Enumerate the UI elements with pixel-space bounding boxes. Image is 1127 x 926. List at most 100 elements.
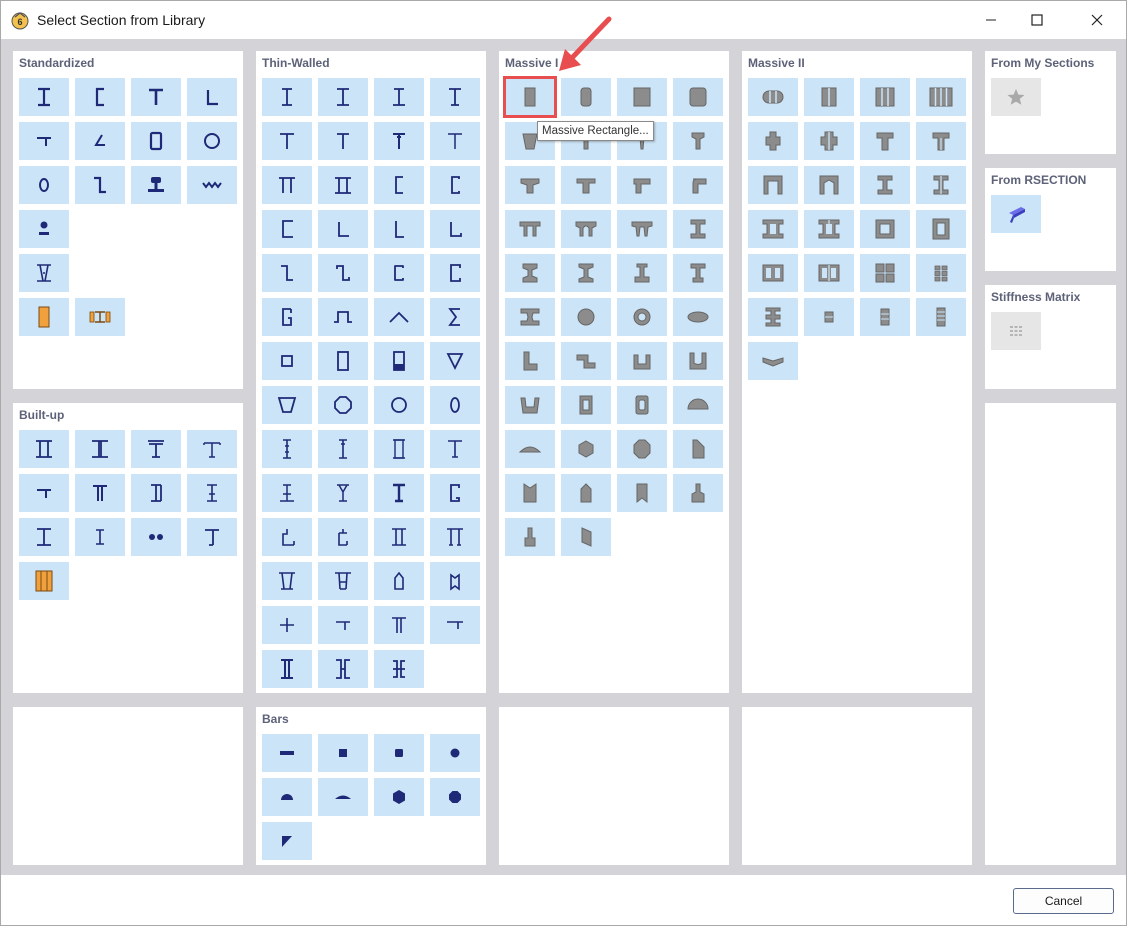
tw-octagon[interactable]	[318, 386, 368, 424]
tw-cross-channel[interactable]	[374, 650, 424, 688]
tw-c-lip[interactable]	[430, 474, 480, 512]
tw-tee-3[interactable]	[374, 122, 424, 160]
tw-square-hollow[interactable]	[262, 342, 312, 380]
bar-square-rounded[interactable]	[374, 734, 424, 772]
builtup-i-slim[interactable]	[187, 474, 237, 512]
massive-double-tee[interactable]	[505, 210, 555, 248]
massive-i-section[interactable]	[673, 210, 723, 248]
massive-ellipse[interactable]	[673, 298, 723, 336]
massive-notch[interactable]	[505, 474, 555, 512]
tw-i-3[interactable]	[374, 78, 424, 116]
massive-segment[interactable]	[505, 430, 555, 468]
stiffness-matrix-section[interactable]	[991, 312, 1041, 350]
tw-pi-flange[interactable]	[430, 518, 480, 556]
tw-i-4[interactable]	[430, 78, 480, 116]
tw-hat[interactable]	[318, 298, 368, 336]
massive-half-circle[interactable]	[673, 386, 723, 424]
massive-tee-wide[interactable]	[505, 166, 555, 204]
m2-rail-tee[interactable]	[748, 298, 798, 336]
bar-square[interactable]	[318, 734, 368, 772]
m2-double-i-2[interactable]	[804, 210, 854, 248]
tw-trapezoid[interactable]	[262, 386, 312, 424]
builtup-timber-laminated[interactable]	[19, 562, 69, 600]
section-i-beam[interactable]	[19, 78, 69, 116]
tw-pi-deep[interactable]	[374, 606, 424, 644]
maximize-button[interactable]	[1014, 1, 1060, 39]
m2-tee-2[interactable]	[916, 122, 966, 160]
tw-i-stiff2[interactable]	[318, 430, 368, 468]
tw-omega-2[interactable]	[318, 518, 368, 556]
tw-triangle-down[interactable]	[430, 342, 480, 380]
massive-double-tee-taper[interactable]	[617, 210, 667, 248]
my-sections-favorite[interactable]	[991, 78, 1041, 116]
massive-octagon[interactable]	[617, 430, 667, 468]
section-castellated[interactable]	[19, 254, 69, 292]
bar-hexagon[interactable]	[374, 778, 424, 816]
bar-flat[interactable]	[262, 734, 312, 772]
m2-four-web[interactable]	[916, 78, 966, 116]
m2-v-shape[interactable]	[748, 342, 798, 380]
massive-l-rounded[interactable]	[673, 166, 723, 204]
rsection-import[interactable]	[991, 195, 1041, 233]
tw-sigma-c[interactable]	[262, 298, 312, 336]
tw-z-2[interactable]	[318, 254, 368, 292]
tw-channel-2[interactable]	[430, 166, 480, 204]
builtup-i-plate[interactable]	[131, 474, 181, 512]
massive-l[interactable]	[617, 166, 667, 204]
builtup-i-small[interactable]	[75, 518, 125, 556]
massive-pointed[interactable]	[561, 474, 611, 512]
massive-hexagon[interactable]	[561, 430, 611, 468]
m2-multi-cell[interactable]	[748, 254, 798, 292]
massive-circle-hollow[interactable]	[617, 298, 667, 336]
massive-skew[interactable]	[561, 518, 611, 556]
builtup-i-tall[interactable]	[19, 518, 69, 556]
massive-u-taper[interactable]	[505, 386, 555, 424]
tw-tee-flange[interactable]	[430, 430, 480, 468]
builtup-tee-stem[interactable]	[187, 518, 237, 556]
tw-trapezoid-box[interactable]	[262, 562, 312, 600]
tw-z-1[interactable]	[262, 254, 312, 292]
tw-half-tee-3[interactable]	[430, 606, 480, 644]
m2-cross-column[interactable]	[748, 122, 798, 160]
tw-angle-3[interactable]	[430, 210, 480, 248]
tw-y[interactable]	[318, 474, 368, 512]
builtup-back-to-back-channel[interactable]	[75, 430, 125, 468]
tw-c-2[interactable]	[430, 254, 480, 292]
bar-triangle[interactable]	[262, 822, 312, 860]
massive-i-bottom[interactable]	[617, 254, 667, 292]
tw-pi-1[interactable]	[262, 166, 312, 204]
builtup-double-tee[interactable]	[75, 474, 125, 512]
tw-omega-1[interactable]	[262, 518, 312, 556]
massive-box[interactable]	[561, 386, 611, 424]
builtup-double-i[interactable]	[19, 430, 69, 468]
tw-i-mono[interactable]	[262, 474, 312, 512]
section-angle[interactable]	[187, 78, 237, 116]
massive-stepped-2[interactable]	[505, 518, 555, 556]
massive-arrow[interactable]	[617, 474, 667, 512]
tw-pi-2[interactable]	[318, 166, 368, 204]
massive-u-deep[interactable]	[673, 342, 723, 380]
tw-pointed-tube[interactable]	[374, 562, 424, 600]
m2-portal-2[interactable]	[804, 166, 854, 204]
m2-i-section[interactable]	[860, 166, 910, 204]
m2-cross-column-2[interactable]	[804, 122, 854, 160]
massive-tee-wide-2[interactable]	[561, 166, 611, 204]
tw-cross[interactable]	[262, 606, 312, 644]
section-sheet-pile[interactable]	[187, 166, 237, 204]
m2-grid-4[interactable]	[860, 254, 910, 292]
tw-rect-thick[interactable]	[374, 342, 424, 380]
m2-grid-6[interactable]	[916, 254, 966, 292]
section-z[interactable]	[75, 166, 125, 204]
massive-u[interactable]	[617, 342, 667, 380]
section-rect-hollow[interactable]	[131, 122, 181, 160]
tw-i-stiff[interactable]	[262, 430, 312, 468]
m2-two-web[interactable]	[804, 78, 854, 116]
tw-pointed-tube-2[interactable]	[430, 562, 480, 600]
tw-tee-4[interactable]	[430, 122, 480, 160]
massive-box-rounded[interactable]	[617, 386, 667, 424]
massive-chamfer[interactable]	[673, 430, 723, 468]
minimize-button[interactable]	[968, 1, 1014, 39]
section-timber-rect[interactable]	[19, 298, 69, 336]
tw-double-i-flange[interactable]	[374, 518, 424, 556]
tw-i-1[interactable]	[262, 78, 312, 116]
